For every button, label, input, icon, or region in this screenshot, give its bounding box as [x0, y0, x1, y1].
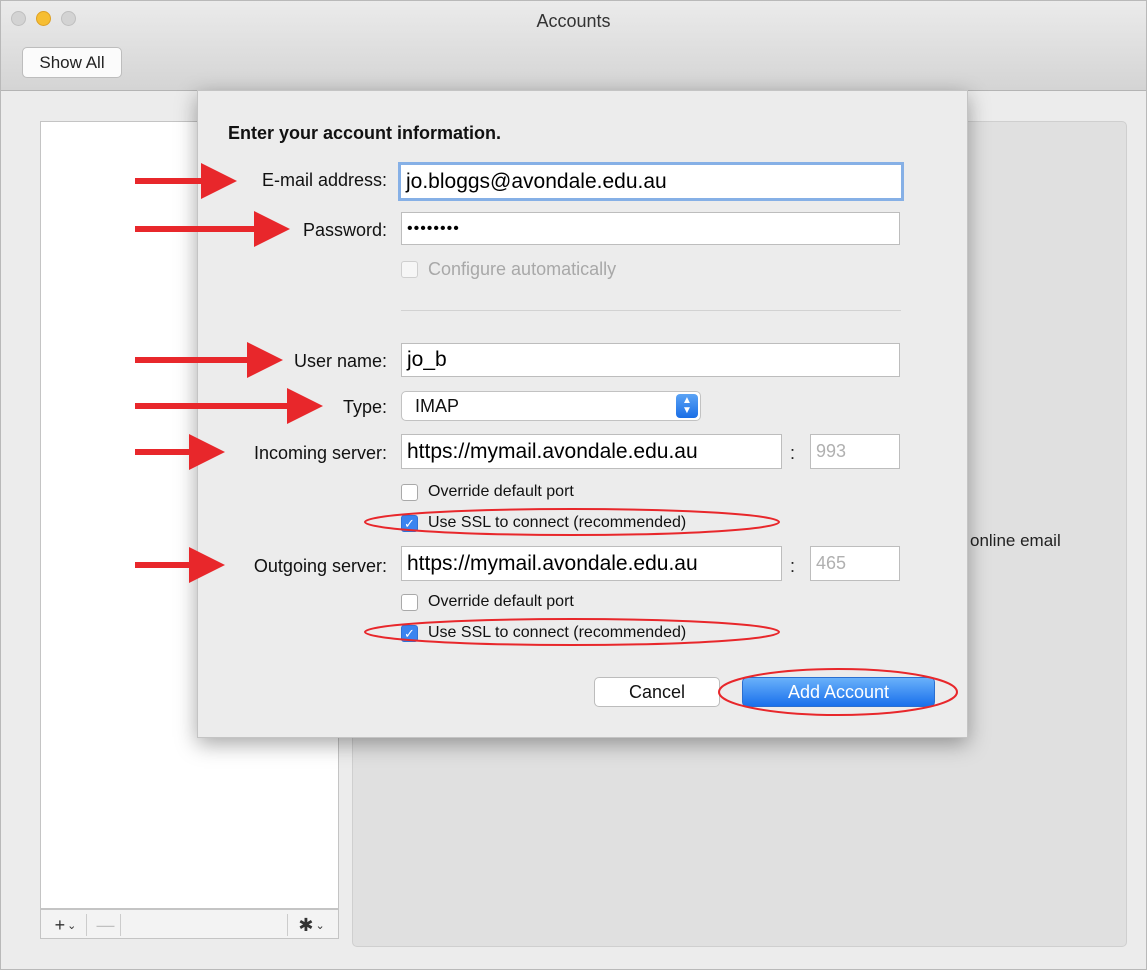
gear-icon: ✱ — [298, 914, 314, 935]
chevron-down-icon: ⌄ — [315, 919, 325, 932]
outgoing-port-field[interactable]: 465 — [810, 546, 900, 581]
configure-automatically-checkbox[interactable] — [401, 261, 418, 278]
remove-account-button[interactable]: — — [91, 914, 121, 936]
password-field[interactable]: •••••••• — [401, 212, 900, 245]
incoming-override-port-checkbox[interactable] — [401, 484, 418, 501]
titlebar: Accounts Show All — [1, 1, 1146, 91]
port-separator: : — [790, 556, 796, 576]
username-field[interactable]: jo_b — [401, 343, 900, 377]
password-label: Password: — [302, 220, 387, 240]
incoming-server-label: Incoming server: — [253, 443, 387, 463]
incoming-override-port-label: Override default port — [428, 483, 574, 500]
email-label: E-mail address: — [261, 170, 387, 190]
outgoing-override-port-checkbox[interactable] — [401, 594, 418, 611]
cancel-button[interactable]: Cancel — [594, 677, 720, 707]
incoming-use-ssl-checkbox[interactable]: ✓ — [401, 515, 418, 532]
add-account-menu-button[interactable]: + ⌄ — [45, 914, 87, 936]
account-list-toolbar: + ⌄ — ✱ ⌄ — [40, 909, 339, 939]
configure-automatically-label: Configure automatically — [428, 259, 617, 279]
plus-icon: + — [54, 914, 66, 935]
outgoing-server-field[interactable]: https://mymail.avondale.edu.au — [401, 546, 782, 581]
show-all-button[interactable]: Show All — [22, 47, 122, 78]
chevron-down-icon: ⌄ — [67, 919, 77, 932]
checkmark-icon: ✓ — [404, 515, 415, 531]
account-actions-button[interactable]: ✱ ⌄ — [287, 914, 335, 936]
pane-description-text: online email — [970, 531, 1061, 550]
section-divider — [401, 310, 901, 311]
type-label: Type: — [342, 397, 387, 417]
incoming-server-field[interactable]: https://mymail.avondale.edu.au — [401, 434, 782, 469]
account-type-select[interactable]: IMAP ▲ ▼ — [401, 391, 701, 421]
account-type-value: IMAP — [415, 395, 460, 416]
window-title: Accounts — [536, 11, 611, 31]
outgoing-server-label: Outgoing server: — [253, 556, 387, 576]
minus-icon: — — [96, 914, 115, 935]
add-account-button[interactable]: Add Account — [742, 677, 935, 707]
email-field[interactable]: jo.bloggs@avondale.edu.au — [398, 162, 904, 201]
up-down-arrows-icon: ▲ ▼ — [676, 394, 698, 418]
outgoing-use-ssl-label: Use SSL to connect (recommended) — [428, 624, 687, 641]
sheet-heading: Enter your account information. — [228, 123, 502, 143]
outgoing-use-ssl-checkbox[interactable]: ✓ — [401, 625, 418, 642]
username-label: User name: — [293, 351, 387, 371]
incoming-use-ssl-label: Use SSL to connect (recommended) — [428, 514, 687, 531]
outgoing-override-port-label: Override default port — [428, 593, 574, 610]
incoming-port-field[interactable]: 993 — [810, 434, 900, 469]
port-separator: : — [790, 443, 796, 463]
checkmark-icon: ✓ — [404, 625, 415, 641]
